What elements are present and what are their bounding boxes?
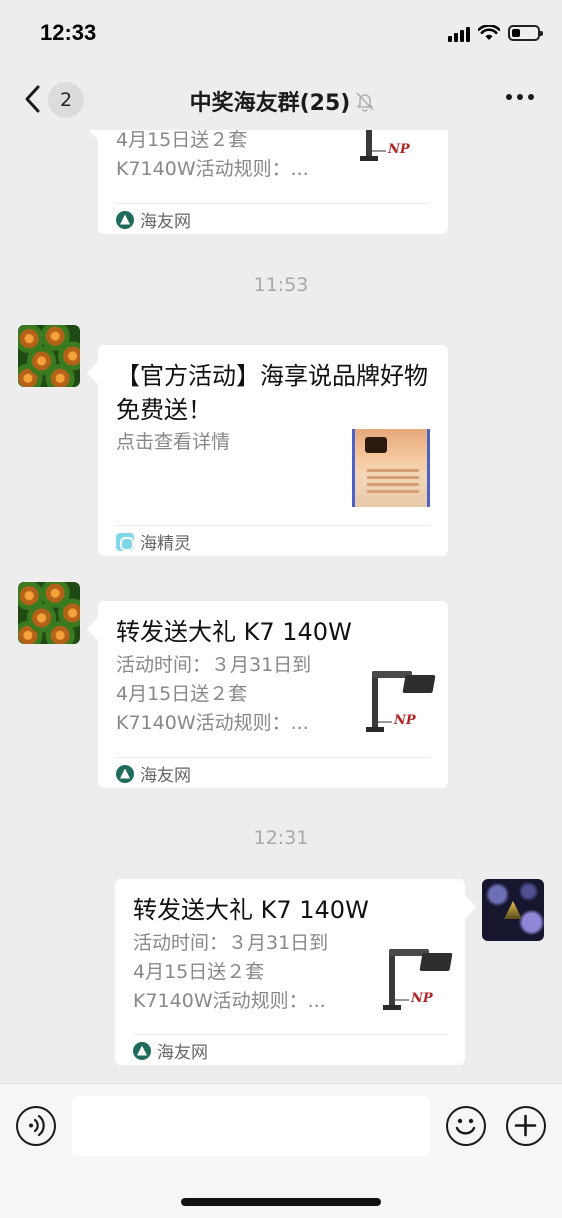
nav-bar: 2 中奖海友群(25) [0,68,562,130]
status-time: 12:33 [40,20,97,45]
wifi-icon [478,25,500,40]
haiyou-logo-icon [116,764,134,783]
plus-icon[interactable] [506,1106,546,1146]
input-bar [0,1083,562,1218]
link-card[interactable]: 转发送大礼 K7 140W 活动时间：３月31日到 4月15日送２套 K7140… [98,601,448,788]
link-card[interactable]: 【官方活动】海享说品牌好物免费送！ 点击查看详情 海精灵 [98,345,448,556]
page-title-inner: 中奖海友群(25) [190,85,377,117]
card-title: 【官方活动】海享说品牌好物免费送！ [116,362,428,424]
thumb-logo: NP [411,991,433,1006]
card-desc: 点击查看详情 [116,431,231,453]
chat-area[interactable]: 4月15日送２套 K7140W活动规则：... NP 海友网 11:53 【官方… [0,130,562,1083]
source-name: 海友网 [157,1043,208,1063]
signal-icon [448,24,470,42]
status-bar: 12:33 [0,0,562,68]
card-source: 海精灵 [116,525,430,555]
thumb-logo: NP [388,142,410,157]
voice-icon[interactable] [16,1106,56,1146]
link-card[interactable]: 转发送大礼 K7 140W 活动时间：３月31日到 4月15日送２套 K7140… [115,879,465,1065]
home-indicator [181,1198,381,1206]
avatar[interactable] [18,582,80,644]
timestamp: 12:31 [253,827,309,849]
source-name: 海友网 [140,766,191,786]
link-card[interactable]: 4月15日送２套 K7140W活动规则：... NP 海友网 [98,130,448,234]
battery-icon [508,25,543,41]
source-name: 海精灵 [140,534,191,554]
message-input[interactable] [72,1096,430,1156]
battery-level [512,29,521,37]
emoji-icon[interactable] [446,1106,486,1146]
card-thumbnail: NP [354,130,432,168]
card-source: 海友网 [133,1034,447,1064]
thumb-logo: NP [394,713,416,728]
haiyou-logo-icon [133,1041,151,1060]
card-thumbnail: NP [360,661,438,739]
timestamp: 11:53 [253,274,309,296]
card-desc: 活动时间：３月31日到 4月15日送２套 K7140W活动规则：... [116,654,312,734]
more-icon[interactable] [506,94,534,100]
card-title: 转发送大礼 K7 140W [116,618,352,646]
card-thumbnail: NP [377,939,455,1017]
haijingling-logo-icon [116,532,134,551]
card-source: 海友网 [116,757,430,787]
avatar[interactable] [18,325,80,387]
status-icons [448,24,543,42]
card-source: 海友网 [116,203,430,233]
source-name: 海友网 [140,212,191,232]
card-title: 转发送大礼 K7 140W [133,896,369,924]
card-desc: 活动时间：３月31日到 4月15日送２套 K7140W活动规则：... [133,932,329,1012]
my-avatar[interactable] [482,879,544,941]
haiyou-logo-icon [116,210,134,229]
bell-mute-icon [356,92,374,112]
page-title: 中奖海友群(25) [189,91,351,116]
page-title-wrap: 中奖海友群(25) [0,85,562,117]
card-desc: 4月15日送２套 K7140W活动规则：... [116,130,309,180]
card-thumbnail [352,429,430,507]
